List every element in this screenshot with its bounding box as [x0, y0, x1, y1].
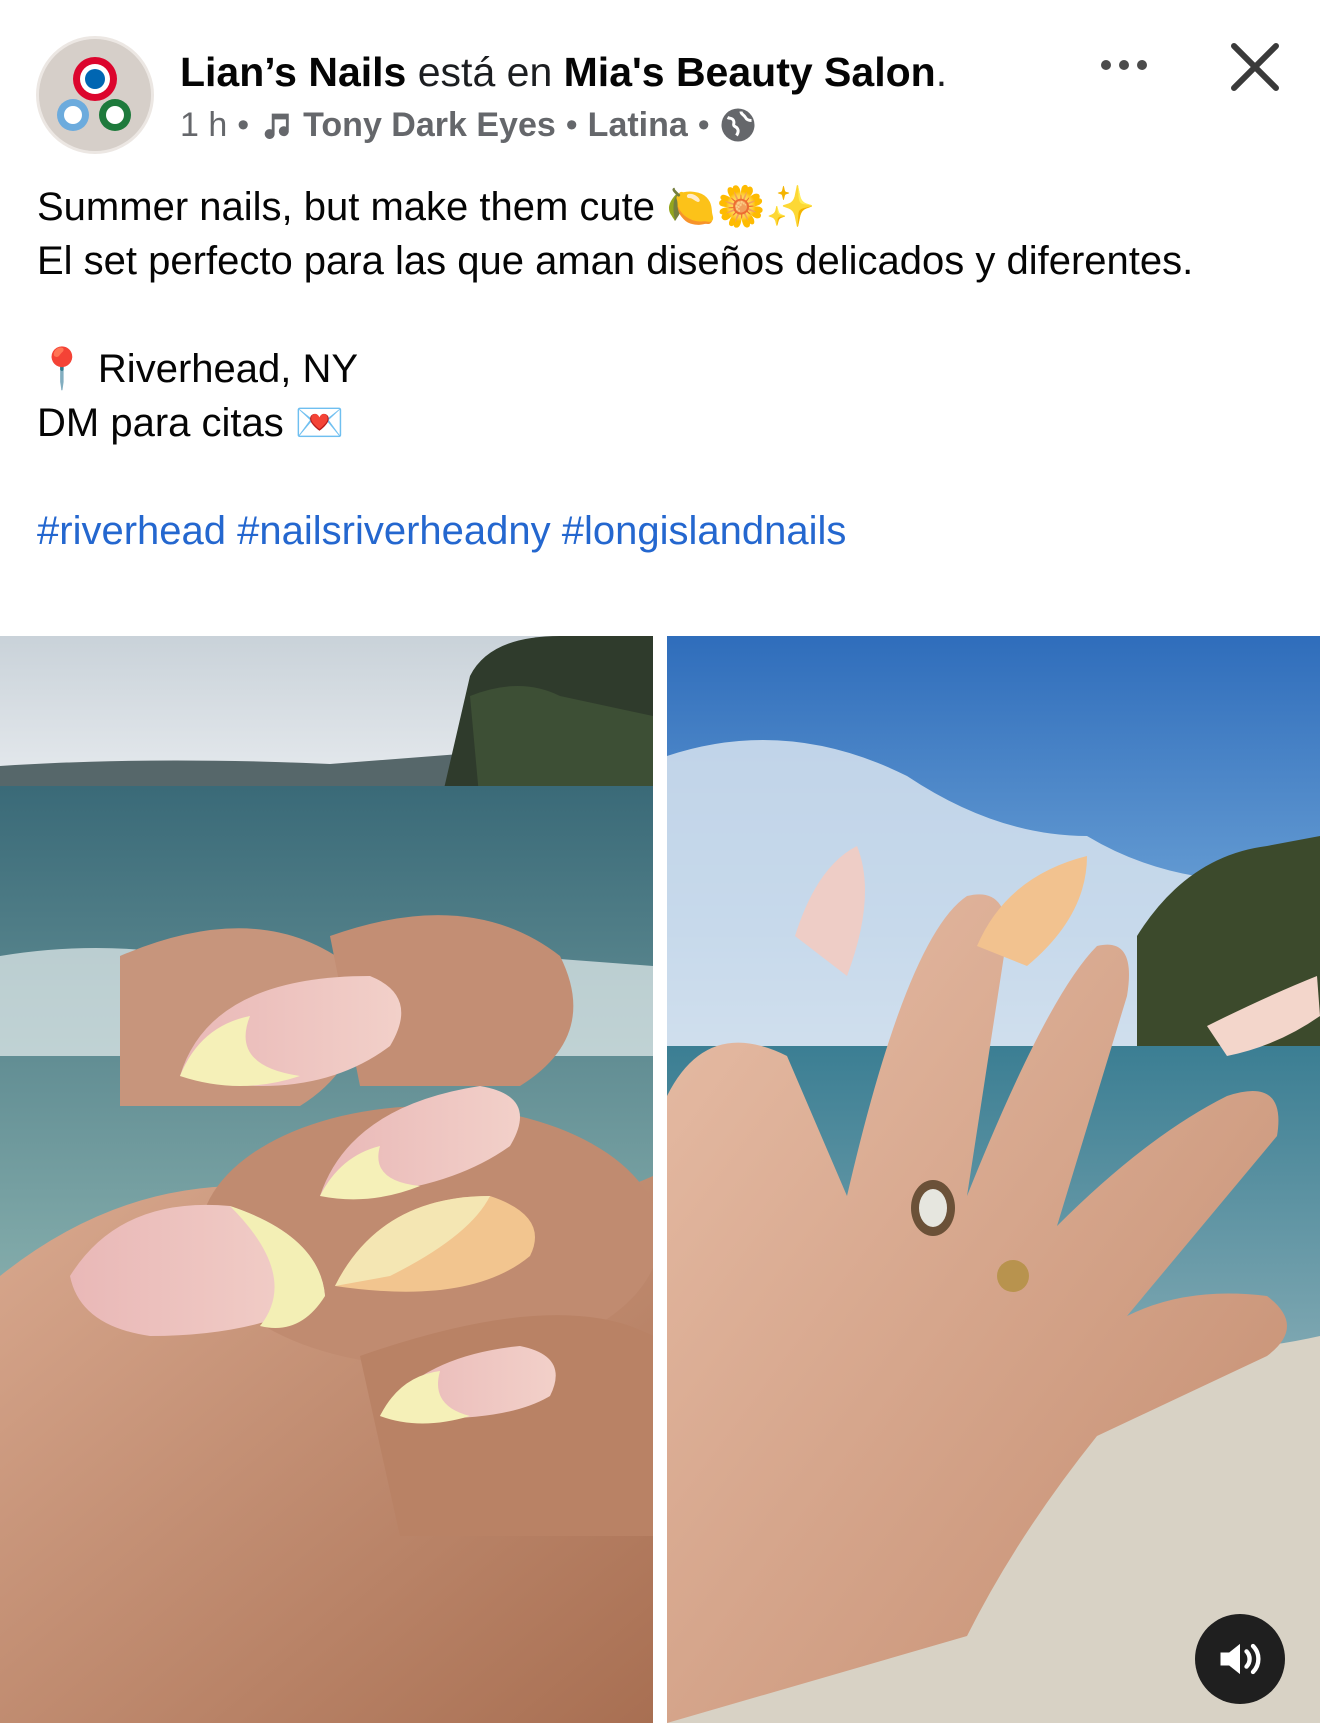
meta-separator: •: [237, 106, 250, 144]
close-icon: [1231, 43, 1279, 91]
meta-separator: •: [697, 106, 710, 144]
post-header: Lian’s Nails está en Mia's Beauty Salon.…: [0, 0, 1320, 160]
hashtag-list: #riverhead #nailsriverheadny #longisland…: [37, 504, 1287, 558]
nails-photo-2-image: [667, 636, 1320, 1723]
place-name[interactable]: Mia's Beauty Salon: [564, 49, 936, 95]
music-genre[interactable]: Latina: [588, 102, 688, 148]
post-meta: 1 h • Tony Dark Eyes • Latina •: [180, 102, 756, 148]
hashtag-longislandnails[interactable]: #longislandnails: [562, 509, 847, 553]
caption-dm: DM para citas 💌: [37, 401, 345, 445]
avatar-badges-icon: [39, 39, 151, 151]
post-caption: Summer nails, but make them cute 🍋🌼✨ El …: [37, 180, 1287, 558]
caption-line-1: Summer nails, but make them cute 🍋🌼✨: [37, 185, 816, 229]
meta-separator: •: [565, 106, 578, 144]
hashtag-riverhead[interactable]: #riverhead: [37, 509, 226, 553]
post-time[interactable]: 1 h: [180, 102, 227, 148]
caption-line-2: El set perfecto para las que aman diseño…: [37, 239, 1194, 283]
sound-toggle-button[interactable]: [1195, 1614, 1285, 1704]
more-options-button[interactable]: [1092, 40, 1156, 90]
more-dots-icon: [1101, 60, 1147, 70]
connector-text: está en: [417, 49, 553, 95]
speaker-icon: [1220, 1643, 1261, 1675]
caption-location: 📍 Riverhead, NY: [37, 347, 359, 391]
music-note-icon: [264, 113, 289, 139]
nails-photo-1-image: [0, 636, 653, 1723]
close-button[interactable]: [1224, 36, 1286, 98]
globe-icon: [721, 108, 755, 142]
nails-photo-2[interactable]: [667, 636, 1320, 1723]
author-name[interactable]: Lian’s Nails: [180, 49, 406, 95]
place-suffix: .: [935, 49, 948, 95]
profile-avatar[interactable]: [36, 36, 154, 154]
hashtag-nailsriverheadny[interactable]: #nailsriverheadny: [237, 509, 551, 553]
post-title: Lian’s Nails está en Mia's Beauty Salon.: [180, 44, 947, 100]
music-artist[interactable]: Tony Dark Eyes: [303, 102, 556, 148]
nails-photo-1[interactable]: [0, 636, 653, 1723]
